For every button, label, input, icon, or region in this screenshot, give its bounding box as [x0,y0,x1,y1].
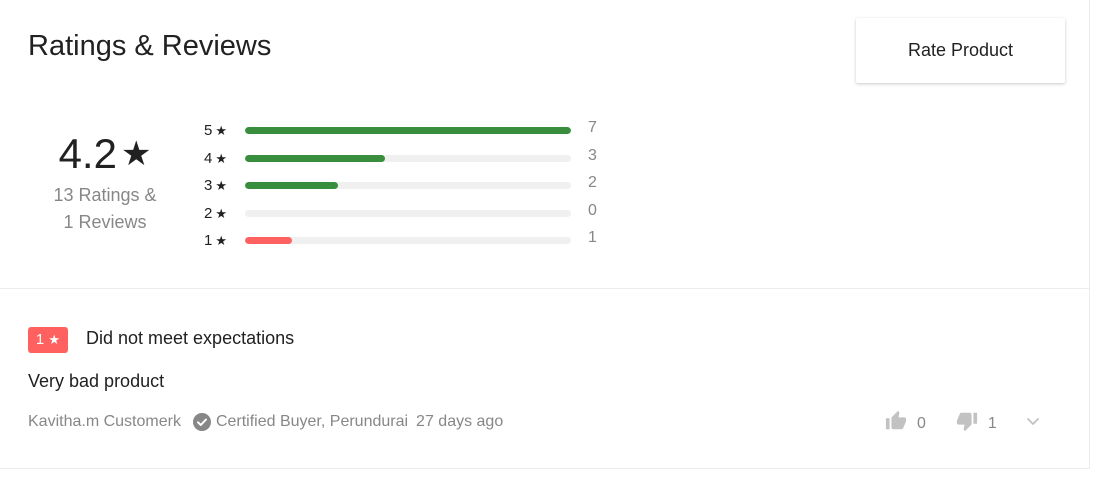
check-circle-icon [192,413,211,431]
star-level: 5 [204,122,213,139]
reviews-count: 1 Reviews [63,212,147,232]
review-rating-badge: 1 ★ [28,327,68,353]
rating-row-count: 2 [588,174,597,191]
review-meta: Kavitha.m Customerk Certified Buyer, Per… [28,413,503,431]
rating-row-label: 2 ★ [204,205,227,222]
rating-row-count: 7 [588,119,597,136]
star-level: 1 [204,232,213,249]
rating-row-label: 3 ★ [204,177,227,194]
expand-review-button[interactable] [1025,413,1041,434]
chevron-down-icon [1025,413,1041,434]
star-icon: ★ [48,332,61,347]
star-icon: ★ [215,178,227,193]
rating-row-count: 0 [588,201,597,219]
star-level: 3 [204,177,213,194]
rating-row-label: 1 ★ [204,232,227,249]
like-button[interactable]: 0 [885,410,926,437]
rating-bar-fill [245,154,385,162]
rating-bar-fill [245,127,571,134]
thumbs-down-icon [956,410,978,437]
star-level: 2 [204,204,213,222]
review-text: Very bad product [28,371,165,391]
thumbs-up-icon [885,410,907,437]
rating-bar-track [245,154,571,162]
star-level: 4 [204,149,213,167]
review-date: 27 days ago [416,413,504,430]
star-icon: ★ [215,123,227,138]
section-title: Ratings & Reviews [28,30,272,62]
rating-row-label: 4 ★ [204,150,227,167]
average-star-icon: ★ [120,135,152,173]
average-rating: 4.2 ★ [28,128,182,180]
rating-row-count: 3 [588,146,597,164]
star-icon: ★ [215,233,227,248]
rating-bar-track [245,209,571,217]
certified-buyer-label: Certified Buyer, Perundurai [215,413,409,430]
dislike-button[interactable]: 1 [956,410,997,437]
rating-row-label: 5 ★ [204,122,227,139]
rating-bar-track [245,182,571,189]
star-icon: ★ [215,150,227,166]
rating-bar-fill [245,237,292,244]
rating-row-count: 1 [588,229,597,246]
average-rating-value: 4.2 [58,130,117,177]
rate-product-button[interactable]: Rate Product [856,18,1065,83]
ratings-count: 13 Ratings & [53,185,157,205]
star-icon: ★ [215,205,227,221]
rating-bar-track [245,127,571,134]
rating-bar-track [245,237,571,244]
rating-bar-fill [245,182,339,189]
review-title: Did not meet expectations [86,328,295,348]
review-actions: 0 1 [885,410,1041,437]
section-divider [0,288,1090,289]
like-count: 0 [917,414,926,432]
dislike-count: 1 [987,414,997,432]
average-rating-summary: 4.2 ★ 13 Ratings & 1 Reviews [28,128,182,236]
review-author: Kavitha.m Customerk [28,413,181,430]
review-rating-value: 1 [35,331,45,348]
ratings-reviews-panel: Ratings & Reviews Rate Product 4.2 ★ 13 R… [0,0,1090,469]
